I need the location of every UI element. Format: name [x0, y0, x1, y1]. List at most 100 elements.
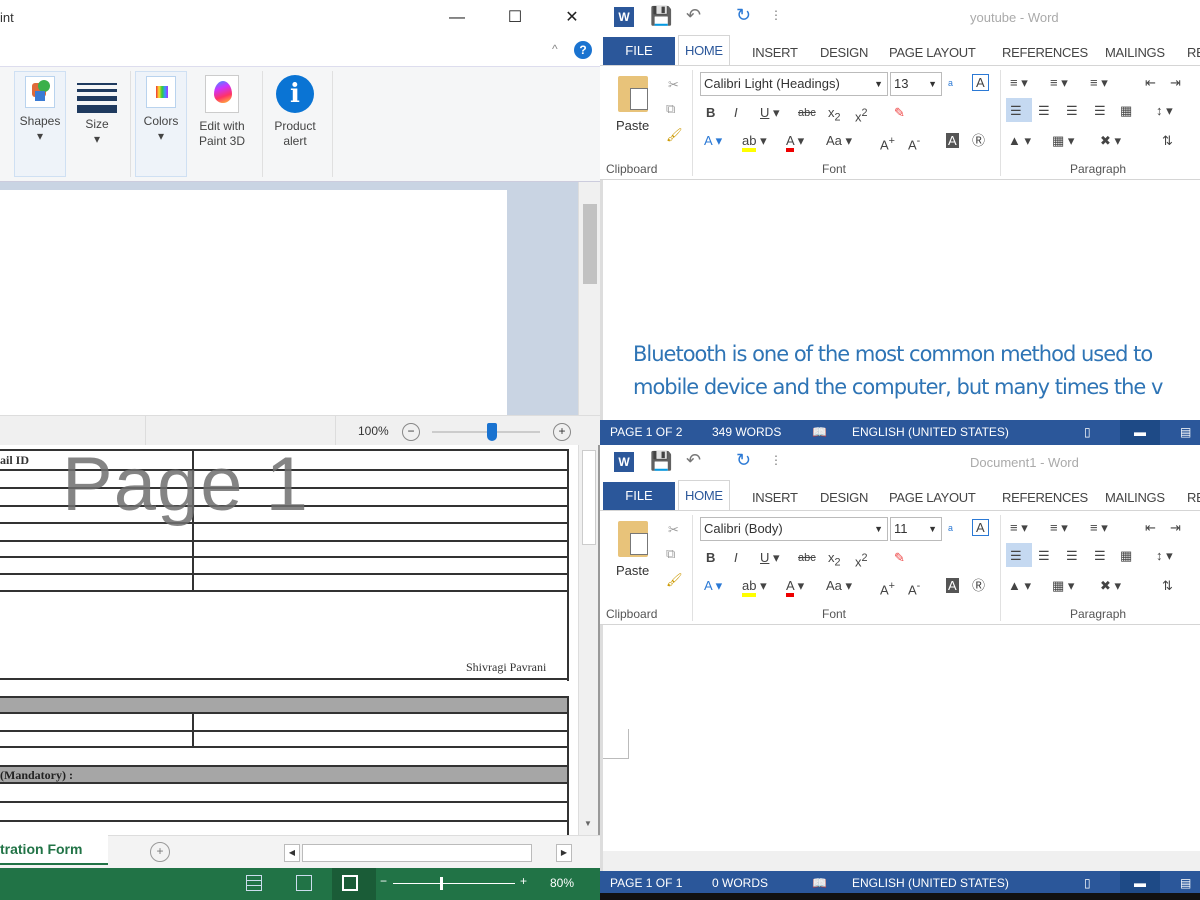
line-spacing-button[interactable]: ↕ ▾ — [1156, 100, 1173, 122]
borders-button[interactable]: ▦ ▾ — [1052, 575, 1074, 597]
align-right-button[interactable]: ☰ — [1066, 100, 1078, 122]
cut-icon[interactable]: ✂ — [668, 74, 679, 96]
underline-button[interactable]: U ▾ — [760, 547, 780, 569]
zoom-in-button[interactable]: + — [553, 423, 571, 441]
zoom-slider-thumb[interactable] — [440, 877, 443, 890]
scroll-down-icon[interactable]: ▼ — [584, 819, 592, 828]
change-case-icon[interactable]: ᵃ — [948, 519, 953, 541]
change-case-icon[interactable]: ᵃ — [948, 74, 953, 96]
superscript-button[interactable]: x2 — [855, 547, 868, 573]
numbering-button[interactable]: ≡ ▾ — [1050, 517, 1068, 539]
tab-page-layout[interactable]: PAGE LAYOUT — [884, 41, 981, 65]
save-icon[interactable]: 💾 — [650, 6, 672, 27]
read-mode-icon[interactable]: ▯ — [1084, 420, 1091, 445]
document-area[interactable]: Bluetooth is one of the most common meth… — [600, 180, 1200, 420]
superscript-button[interactable]: x2 — [855, 102, 868, 128]
strikethrough-button[interactable]: abc — [798, 547, 816, 569]
horizontal-scrollbar[interactable] — [302, 844, 532, 862]
grow-font-button[interactable]: A+ — [880, 130, 895, 156]
increase-indent-button[interactable]: ⇥ — [1170, 72, 1181, 94]
tab-home[interactable]: HOME — [678, 35, 730, 65]
collapse-ribbon-icon[interactable]: ^ — [552, 42, 558, 56]
enclose-characters-button[interactable]: Ⓡ — [972, 575, 985, 597]
cut-icon[interactable]: ✂ — [668, 519, 679, 541]
language[interactable]: ENGLISH (UNITED STATES) — [852, 420, 1009, 445]
help-icon[interactable]: ? — [574, 41, 592, 59]
undo-icon[interactable]: ↶ — [686, 5, 701, 26]
tab-home[interactable]: HOME — [678, 480, 730, 510]
undo-icon[interactable]: ↶ — [686, 450, 701, 471]
font-name-dropdown[interactable]: Calibri Light (Headings) ▼ — [700, 72, 888, 96]
borders-button[interactable]: ▦ ▾ — [1052, 130, 1074, 152]
add-sheet-button[interactable]: + — [150, 842, 170, 862]
scrollbar-thumb[interactable] — [583, 204, 597, 284]
font-color-button[interactable]: A ▾ — [786, 130, 804, 152]
columns-button[interactable]: ▦ — [1120, 100, 1132, 122]
minimize-button[interactable]: — — [442, 6, 472, 30]
format-painter-icon[interactable]: 🖌 — [666, 124, 683, 146]
character-shading-button[interactable]: A — [946, 575, 959, 597]
font-size-dropdown[interactable]: 11 ▼ — [890, 517, 942, 541]
shrink-font-button[interactable]: A- — [908, 130, 920, 156]
print-layout-icon[interactable]: ▬ — [1120, 420, 1160, 445]
sheet-tab-registration-form[interactable]: tration Form — [0, 835, 108, 865]
document-area[interactable] — [600, 625, 1200, 871]
copy-icon[interactable]: ⧉ — [666, 543, 675, 565]
word-count[interactable]: 349 WORDS — [712, 420, 781, 445]
subscript-button[interactable]: x2 — [828, 547, 841, 574]
font-color-button[interactable]: A ▾ — [786, 575, 804, 597]
copy-icon[interactable]: ⧉ — [666, 98, 675, 120]
tab-file[interactable]: FILE — [603, 482, 675, 510]
asian-layout-button[interactable]: ✖ ▾ — [1100, 130, 1121, 152]
format-painter-icon[interactable]: 🖌 — [666, 569, 683, 591]
redo-icon[interactable]: ↻ — [736, 450, 751, 471]
bold-button[interactable]: B — [706, 547, 715, 569]
tab-mailings[interactable]: MAILINGS — [1100, 41, 1170, 65]
font-name-dropdown[interactable]: Calibri (Body) ▼ — [700, 517, 888, 541]
tab-insert[interactable]: INSERT — [747, 41, 803, 65]
tab-page-layout[interactable]: PAGE LAYOUT — [884, 486, 981, 510]
text-effects-button[interactable]: A ▾ — [704, 130, 722, 152]
shrink-font-button[interactable]: A- — [908, 575, 920, 601]
web-layout-icon[interactable]: ▤ — [1180, 420, 1191, 445]
proofing-icon[interactable]: 📖 — [812, 420, 827, 445]
close-button[interactable]: ✕ — [557, 6, 587, 30]
italic-button[interactable]: I — [734, 102, 738, 124]
zoom-slider[interactable] — [432, 431, 540, 433]
bullets-button[interactable]: ≡ ▾ — [1010, 517, 1028, 539]
normal-view-icon[interactable] — [246, 875, 262, 891]
tab-mailings[interactable]: MAILINGS — [1100, 486, 1170, 510]
text-effects-button[interactable]: A ▾ — [704, 575, 722, 597]
enclose-characters-button[interactable]: Ⓡ — [972, 130, 985, 152]
asian-layout-button[interactable]: ✖ ▾ — [1100, 575, 1121, 597]
text-highlight-button[interactable]: ab ▾ — [742, 130, 767, 152]
vertical-scrollbar[interactable] — [578, 182, 600, 415]
shading-button[interactable]: ▲ ▾ — [1008, 130, 1031, 152]
sort-button[interactable]: ⇅ — [1162, 130, 1173, 152]
zoom-slider-thumb[interactable] — [487, 423, 497, 441]
page-break-view-icon[interactable] — [342, 875, 358, 891]
tab-insert[interactable]: INSERT — [747, 486, 803, 510]
redo-icon[interactable]: ↻ — [736, 5, 751, 26]
tab-references[interactable]: REFERENCES — [997, 41, 1093, 65]
zoom-in-button[interactable]: + — [520, 874, 527, 888]
shapes-button[interactable]: Shapes ▾ — [14, 71, 66, 177]
numbering-button[interactable]: ≡ ▾ — [1050, 72, 1068, 94]
align-left-button[interactable]: ☰ — [1010, 100, 1022, 122]
scrollbar-thumb[interactable] — [582, 450, 596, 545]
grow-font-button[interactable]: A+ — [880, 575, 895, 601]
align-left-button[interactable]: ☰ — [1010, 545, 1022, 567]
edit-with-paint3d-button[interactable]: Edit with Paint 3D — [190, 71, 254, 177]
bullets-button[interactable]: ≡ ▾ — [1010, 72, 1028, 94]
strikethrough-button[interactable]: abc — [798, 102, 816, 124]
highlight-eraser-icon[interactable]: ✎ — [894, 547, 905, 569]
columns-button[interactable]: ▦ — [1120, 545, 1132, 567]
align-right-button[interactable]: ☰ — [1066, 545, 1078, 567]
canvas[interactable] — [0, 190, 507, 415]
customize-qat-icon[interactable]: ⋮ — [770, 8, 782, 22]
shading-button[interactable]: ▲ ▾ — [1008, 575, 1031, 597]
multilevel-list-button[interactable]: ≡ ▾ — [1090, 72, 1108, 94]
save-icon[interactable]: 💾 — [650, 451, 672, 472]
product-alert-button[interactable]: i Product alert — [266, 71, 324, 177]
center-button[interactable]: ☰ — [1038, 545, 1050, 567]
